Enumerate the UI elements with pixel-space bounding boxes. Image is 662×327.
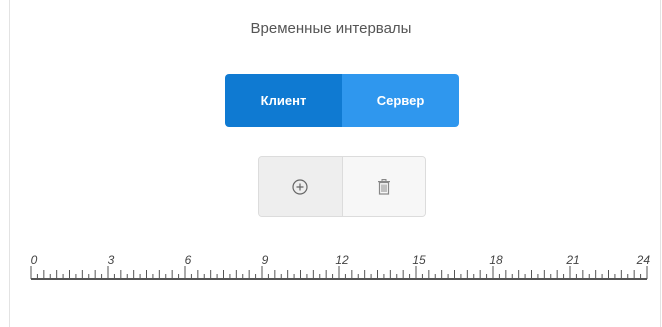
timeline-ruler[interactable]: 0 3 6 9 12 15 18 21 24 (0, 238, 662, 288)
ruler-hour-label: 3 (108, 253, 115, 267)
ruler-hour-label: 18 (489, 253, 503, 267)
ruler-hour-label: 6 (185, 253, 192, 267)
delete-interval-button[interactable] (342, 157, 425, 216)
mode-switch: Клиент Сервер (225, 74, 459, 127)
ruler-hour-label: 24 (636, 253, 651, 267)
ruler-hour-label: 21 (565, 253, 579, 267)
client-tab[interactable]: Клиент (225, 74, 342, 127)
ruler-hour-label: 15 (412, 253, 426, 267)
interval-toolbar (258, 156, 426, 217)
ruler-hour-label: 0 (31, 253, 38, 267)
trash-icon (377, 178, 390, 195)
server-tab[interactable]: Сервер (342, 74, 459, 127)
plus-circle-icon (292, 178, 308, 195)
add-interval-button[interactable] (259, 157, 343, 216)
ruler-hour-label: 12 (335, 253, 349, 267)
panel-title: Временные интервалы (250, 20, 412, 37)
ruler-hour-label: 9 (262, 253, 269, 267)
